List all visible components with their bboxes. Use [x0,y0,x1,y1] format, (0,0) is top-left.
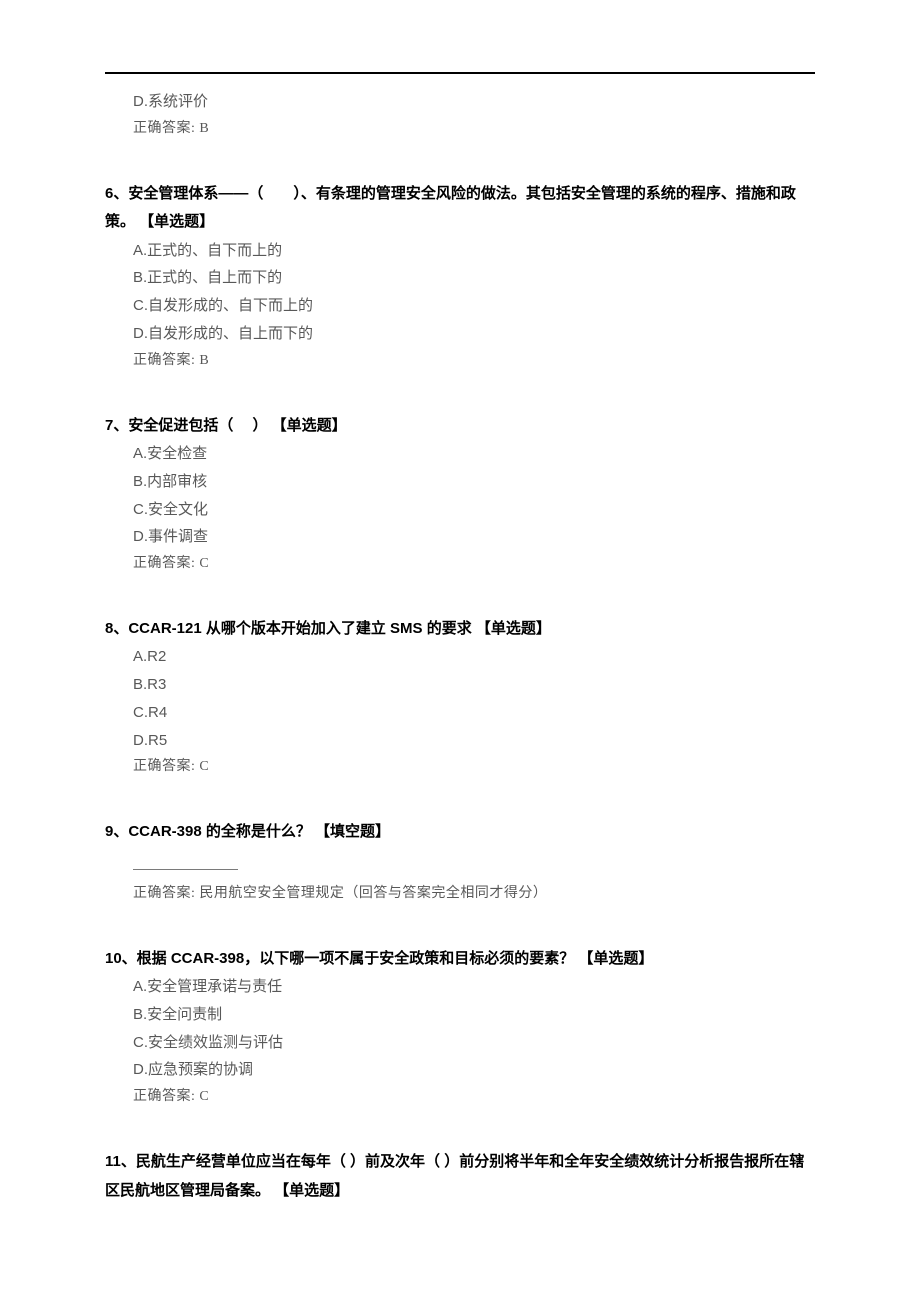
answer-text: 正确答案: 民用航空安全管理规定（回答与答案完全相同才得分） [105,881,815,907]
option-text: D.应急预案的协调 [105,1056,815,1084]
page-content: D.系统评价 正确答案: B 6、安全管理体系——（ ）、有条理的管理安全风险的… [0,0,920,1245]
header-rule [105,72,815,74]
option-text: C.安全文化 [105,496,815,524]
answer-value: C [199,759,209,774]
answer-value: C [199,556,209,571]
question-stem: 11、民航生产经营单位应当在每年（ ）前及次年（ ）前分别将半年和全年安全绩效统… [105,1148,815,1205]
option-text: B.R3 [105,671,815,699]
answer-text: 正确答案: B [105,116,815,142]
option-text: C.安全绩效监测与评估 [105,1029,815,1057]
answer-label: 正确答案: [133,121,195,136]
question-5-partial: D.系统评价 正确答案: B [105,88,815,142]
option-text: D.R5 [105,727,815,755]
answer-text: 正确答案: B [105,348,815,374]
option-text: B.安全问责制 [105,1001,815,1029]
answer-value: C [199,1089,209,1104]
answer-text: 正确答案: C [105,754,815,780]
option-text: D.系统评价 [105,88,815,116]
question-stem: 10、根据 CCAR-398，以下哪一项不属于安全政策和目标必须的要素？ 【单选… [105,945,815,974]
option-text: A.安全管理承诺与责任 [105,973,815,1001]
option-text: C.R4 [105,699,815,727]
option-text: A.安全检查 [105,440,815,468]
option-text: B.正式的、自上而下的 [105,264,815,292]
answer-label: 正确答案: [133,353,195,368]
answer-label: 正确答案: [133,886,195,901]
question-10: 10、根据 CCAR-398，以下哪一项不属于安全政策和目标必须的要素？ 【单选… [105,945,815,1110]
question-9: 9、CCAR-398 的全称是什么？ 【填空题】 正确答案: 民用航空安全管理规… [105,818,815,906]
question-7: 7、安全促进包括（ ） 【单选题】 A.安全检查 B.内部审核 C.安全文化 D… [105,412,815,577]
question-stem: 8、CCAR-121 从哪个版本开始加入了建立 SMS 的要求 【单选题】 [105,615,815,644]
question-stem: 6、安全管理体系——（ ）、有条理的管理安全风险的做法。其包括安全管理的系统的程… [105,180,815,237]
answer-label: 正确答案: [133,1089,195,1104]
option-text: A.正式的、自下而上的 [105,237,815,265]
answer-text: 正确答案: C [105,551,815,577]
answer-value: B [199,353,209,368]
question-stem: 9、CCAR-398 的全称是什么？ 【填空题】 [105,818,815,847]
answer-text: 正确答案: C [105,1084,815,1110]
option-text: C.自发形成的、自下而上的 [105,292,815,320]
question-6: 6、安全管理体系——（ ）、有条理的管理安全风险的做法。其包括安全管理的系统的程… [105,180,815,374]
question-8: 8、CCAR-121 从哪个版本开始加入了建立 SMS 的要求 【单选题】 A.… [105,615,815,780]
answer-value: B [199,121,209,136]
answer-label: 正确答案: [133,556,195,571]
option-text: D.事件调查 [105,523,815,551]
option-text: A.R2 [105,643,815,671]
answer-value: 民用航空安全管理规定（回答与答案完全相同才得分） [199,886,547,901]
answer-label: 正确答案: [133,759,195,774]
question-stem: 7、安全促进包括（ ） 【单选题】 [105,412,815,441]
option-text: D.自发形成的、自上而下的 [105,320,815,348]
question-11: 11、民航生产经营单位应当在每年（ ）前及次年（ ）前分别将半年和全年安全绩效统… [105,1148,815,1205]
fill-blank-underline [133,855,238,870]
option-text: B.内部审核 [105,468,815,496]
